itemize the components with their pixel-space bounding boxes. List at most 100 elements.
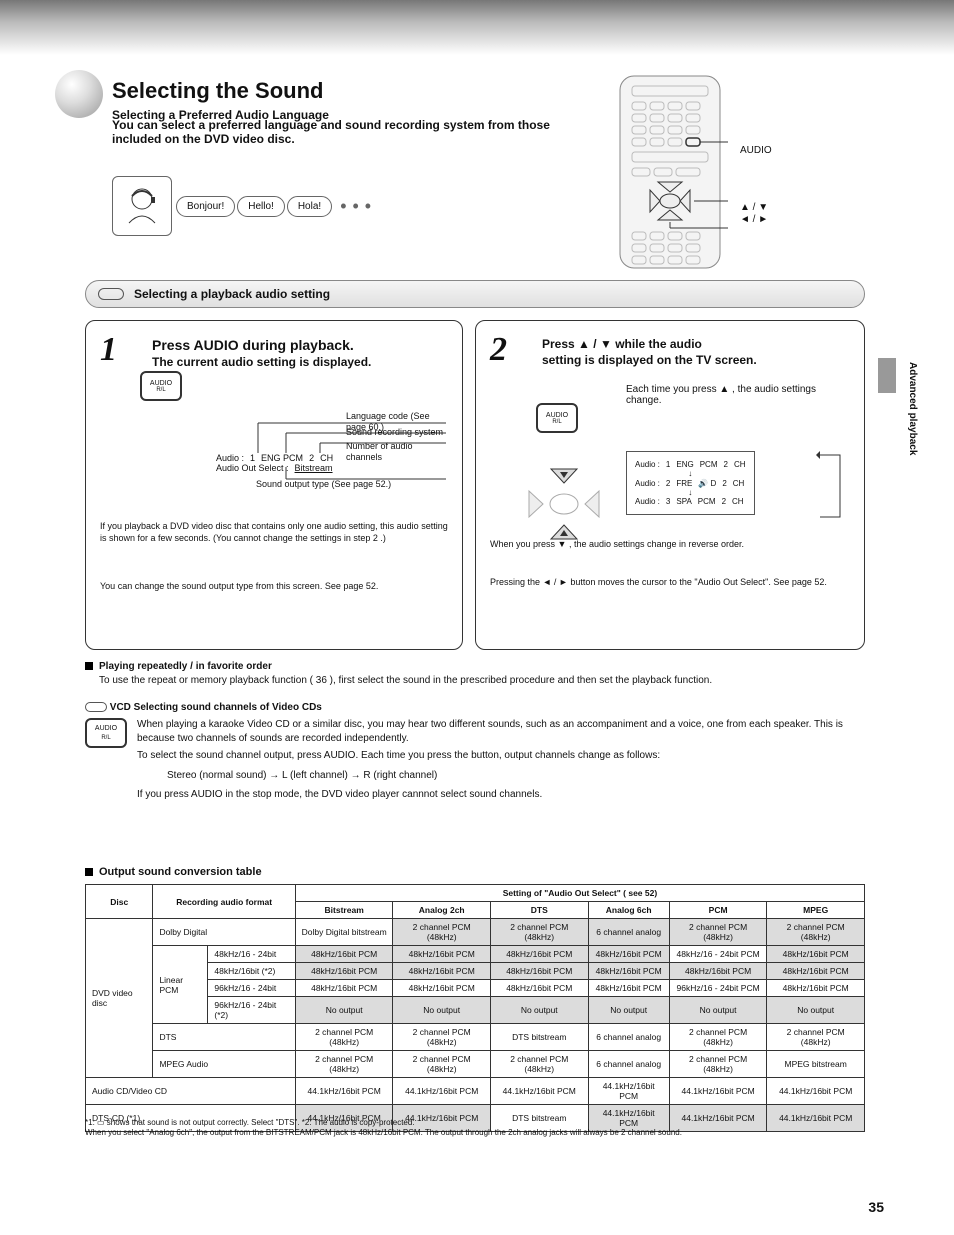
s2c: while the audio xyxy=(615,337,702,351)
vcd-head: VCD Selecting sound channels of Video CD… xyxy=(110,702,322,713)
table-cell: 44.1kHz/16bit PCM xyxy=(767,1078,865,1105)
o3b: 3 xyxy=(666,497,670,506)
ab3-top: AUDIO xyxy=(95,724,117,733)
table-cell: 2 channel PCM (48kHz) xyxy=(393,1051,491,1078)
o2f: CH xyxy=(733,479,745,488)
audio-btn2-label: AUDIO xyxy=(546,412,568,419)
step-1-sub: The current audio setting is displayed. xyxy=(152,355,448,369)
table-cell: MPEG bitstream xyxy=(767,1051,865,1078)
table-cell: 48kHz/16bit PCM xyxy=(669,963,767,980)
table-cell: 48kHz/16bit (*2) xyxy=(208,963,296,980)
table-cell: 44.1kHz/16bit PCM xyxy=(295,1078,393,1105)
after-body: To use the repeat or memory playback fun… xyxy=(99,674,865,688)
annot-rec: Sound recording system xyxy=(346,427,446,438)
side-tab-bar xyxy=(878,358,896,393)
table-cell: 48kHz/16bit PCM xyxy=(767,946,865,963)
table-cell: 48kHz/16bit PCM xyxy=(767,963,865,980)
th-c0: Bitstream xyxy=(295,902,393,919)
table-cell: 48kHz/16bit PCM xyxy=(393,980,491,997)
table-cell: 48kHz/16bit PCM xyxy=(588,946,669,963)
down-arrow-icon-2: ↓ xyxy=(635,490,746,496)
table-cell: 48kHz/16bit PCM xyxy=(490,963,588,980)
top-gradient xyxy=(0,0,954,55)
language-bubbles: Bonjour! Hello! Hola! ••• xyxy=(112,176,377,236)
s2b: / xyxy=(593,337,596,351)
table-cell: 2 channel PCM (48kHz) xyxy=(393,919,491,946)
table-cell: 48kHz/16bit PCM xyxy=(295,980,393,997)
osd-example-2: Audio :1ENGPCM2CH ↓ Audio :2FRE🔊 D2CH ↓ … xyxy=(626,451,755,515)
table-cell: 48kHz/16bit PCM xyxy=(295,963,393,980)
table-cell: 44.1kHz/16bit PCM xyxy=(669,1078,767,1105)
table-cell: 96kHz/16 - 24bit (*2) xyxy=(208,997,296,1024)
table-cell: DTS xyxy=(153,1024,295,1051)
title-main: Selecting the Sound xyxy=(112,78,329,104)
audio-button-sublabel: R/L xyxy=(156,387,165,393)
vcd-body1: When playing a karaoke Video CD or a sim… xyxy=(137,718,865,745)
table-cell: No output xyxy=(490,997,588,1024)
remote-label-updown: ▲ / ▼ xyxy=(740,202,768,213)
audio-button-icon: AUDIO R/L xyxy=(140,371,182,401)
section-bar-text: Selecting a playback audio setting xyxy=(134,287,330,301)
table-cell: 48kHz/16bit PCM xyxy=(393,946,491,963)
vcd-pill-icon xyxy=(85,702,107,712)
table-cell: 48kHz/16 - 24bit PCM xyxy=(669,946,767,963)
o2c: FRE xyxy=(676,479,692,488)
table-cell: 6 channel analog xyxy=(588,919,669,946)
audio-button-icon-3: AUDIOR/L xyxy=(85,718,127,748)
step1-note: If you playback a DVD video disc that co… xyxy=(100,521,450,544)
table-cell: 6 channel analog xyxy=(588,1051,669,1078)
step-1-box: 1 Press AUDIO during playback. The curre… xyxy=(85,320,463,650)
remote-illustration xyxy=(610,72,730,272)
output-sound-table: Disc Recording audio format Setting of "… xyxy=(85,884,865,1132)
dvd-pill-icon xyxy=(98,288,124,300)
table-cell: 2 channel PCM (48kHz) xyxy=(669,1051,767,1078)
table-cell: 48kHz/16bit PCM xyxy=(767,980,865,997)
o3a: Audio : xyxy=(635,497,660,506)
remote-label-leftright: ◄ / ► xyxy=(740,214,768,225)
table-cell: 48kHz/16bit PCM xyxy=(393,963,491,980)
o2e: 2 xyxy=(722,479,726,488)
table-cell: 2 channel PCM (48kHz) xyxy=(490,1051,588,1078)
table-cell: 2 channel PCM (48kHz) xyxy=(295,1024,393,1051)
nav-cluster-icon xyxy=(521,461,607,550)
th-disc: Disc xyxy=(86,885,153,919)
table-cell: 6 channel analog xyxy=(588,1024,669,1051)
o1d: PCM xyxy=(700,460,718,469)
section-bar: Selecting a playback audio setting xyxy=(85,280,865,308)
loop-arrow-icon xyxy=(816,451,846,521)
ellipsis-icon: ••• xyxy=(340,196,377,217)
after-section: Playing repeatedly / in favorite order T… xyxy=(85,660,865,802)
s2d: setting is displayed on the TV screen. xyxy=(542,353,757,367)
step-2-main: Press ▲ / ▼ while the audio setting is d… xyxy=(542,337,850,368)
table-cell: 2 channel PCM (48kHz) xyxy=(393,1024,491,1051)
table-cell: Dolby Digital bitstream xyxy=(295,919,393,946)
annot-type: Sound output type (See page 52.) xyxy=(256,479,446,490)
audio-button-icon-2: AUDIO R/L xyxy=(536,403,578,433)
audio-btn2-sub: R/L xyxy=(552,419,561,425)
o3c: SPA xyxy=(676,497,691,506)
th-c1: Analog 2ch xyxy=(393,902,491,919)
table-cell: 48kHz/16bit PCM xyxy=(490,980,588,997)
table-cell: 96kHz/16 - 24bit xyxy=(208,980,296,997)
section-bullet-sphere xyxy=(55,70,103,118)
step2-note1: When you press ▼ , the audio settings ch… xyxy=(490,539,850,551)
table-cell: No output xyxy=(669,997,767,1024)
vcd-note: If you press AUDIO in the stop mode, the… xyxy=(137,788,865,802)
audio-button-label: AUDIO xyxy=(150,380,172,387)
table-row: DVD video disc xyxy=(86,919,153,1078)
vcd-body2: To select the sound channel output, pres… xyxy=(137,749,865,763)
up-icon: ▲ xyxy=(578,337,590,351)
operator-illustration xyxy=(112,176,172,236)
annot-ch: Number of audio channels xyxy=(346,441,446,464)
table-cell: 2 channel PCM (48kHz) xyxy=(295,1051,393,1078)
ab3-sub: R/L xyxy=(101,734,110,742)
table-cell: 44.1kHz/16bit PCM xyxy=(490,1078,588,1105)
o1a: Audio : xyxy=(635,460,660,469)
intro-text: You can select a preferred language and … xyxy=(112,118,552,146)
bubble-3: Hola! xyxy=(287,196,332,217)
table-cell: 2 channel PCM (48kHz) xyxy=(669,1024,767,1051)
table-cell: 96kHz/16 - 24bit PCM xyxy=(669,980,767,997)
o1e: 2 xyxy=(723,460,727,469)
table-cell: 2 channel PCM (48kHz) xyxy=(767,919,865,946)
page-number: 35 xyxy=(868,1199,884,1215)
